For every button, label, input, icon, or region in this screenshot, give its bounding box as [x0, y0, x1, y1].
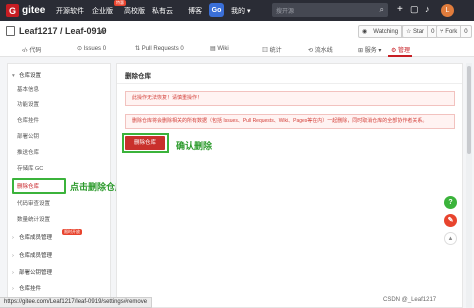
fork-label: ⑂ Fork [440, 28, 458, 35]
info-alert: 删除仓库将会删除相关的所有数据（包括 Issues、Pull Requests、… [125, 114, 455, 129]
repo-tabs: ‹/› 代码 ⊙ Issues 0 ⇅ Pull Requests 0 ▤ Wi… [0, 41, 474, 57]
search-icon: ⌕ [379, 5, 384, 14]
expand-icon: › [12, 270, 14, 276]
collapse-icon: ▾ [12, 73, 15, 79]
sidebar-group-members[interactable]: › 仓库成员管理 [12, 233, 52, 241]
chat-icon[interactable]: ▢ [410, 4, 419, 15]
watch-icon: ◉ [362, 29, 368, 35]
expand-icon: › [12, 286, 14, 292]
watermark: CSDN @_Leaf1217 [383, 297, 437, 303]
nav-blog[interactable]: 博客 [188, 6, 202, 16]
tab-manage[interactable]: ⚙ 管理 [391, 45, 410, 54]
tab-code[interactable]: ‹/› 代码 [22, 45, 41, 54]
tab-services[interactable]: ⊞ 服务 ▾ [358, 45, 381, 54]
sidebar-group-repo-settings[interactable]: ▾ 仓库设置 [12, 71, 41, 79]
sidebar-item-widget[interactable]: 仓库挂件 [17, 116, 39, 124]
nav-cloud[interactable]: 私有云 [152, 6, 173, 16]
search-input[interactable]: 搜开源 ⌕ [272, 3, 388, 17]
sidebar-item-code-review[interactable]: 代码审查设置 [17, 199, 50, 207]
expand-icon: › [12, 253, 14, 259]
tab-pipeline[interactable]: ⟲ 流水线 [308, 45, 333, 54]
fork-count: 0 [460, 26, 470, 37]
watch-label: Watching [373, 28, 399, 35]
sidebar-item-deploy-keys[interactable]: 部署公钥 [17, 132, 39, 140]
delete-repo-button[interactable]: 删除仓库 [125, 136, 165, 150]
help-icon[interactable]: ? [444, 196, 457, 209]
top-navbar: G gitee 开源软件 企业版 特惠 高校版 博客 私有云 Go 我的 ▾ 搜… [0, 0, 474, 21]
repo-header: Leaf1217 / Leaf-0919 🔒︎ ◉Watching 1 ☆ St… [0, 21, 474, 41]
nav-university[interactable]: 高校版 [124, 6, 145, 16]
sidebar-group-deploy[interactable]: › 部署公钥管理 [12, 268, 52, 276]
sidebar-item-features[interactable]: 功能设置 [17, 100, 39, 108]
avatar[interactable]: L [441, 4, 454, 17]
divider [117, 83, 462, 84]
repo-title[interactable]: Leaf1217 / Leaf-0919 [19, 26, 107, 36]
sidebar-item-basic-info[interactable]: 基本信息 [17, 85, 39, 93]
go-button[interactable]: Go [209, 3, 224, 17]
status-url: https://gitee.com/Leaf1217/leaf-0919/set… [0, 297, 153, 308]
bell-icon[interactable]: ♪ [425, 4, 430, 14]
star-button[interactable]: ☆ Star 0 [402, 25, 439, 38]
nav-mine[interactable]: 我的 ▾ [231, 6, 250, 16]
sidebar-item-push[interactable]: 推送仓库 [17, 148, 39, 156]
page-title: 删除仓库 [125, 73, 151, 80]
gitee-logo-text: gitee [22, 5, 46, 16]
tab-issues[interactable]: ⊙ Issues 0 [77, 45, 106, 52]
sidebar-badge: 限时开放 [62, 229, 82, 235]
warning-alert: 此操作无法恢复！请慎重操作！ [125, 91, 455, 106]
search-placeholder: 搜开源 [276, 9, 295, 15]
gitee-logo[interactable]: G gitee [6, 4, 45, 17]
annotation-confirm-delete: 确认删除 [176, 141, 213, 151]
expand-icon: › [12, 235, 14, 241]
fork-button[interactable]: ⑂ Fork 0 [436, 25, 472, 38]
tab-active-indicator [388, 55, 412, 57]
tab-pull-requests[interactable]: ⇅ Pull Requests 0 [135, 45, 184, 52]
highlight-delete-repo [12, 178, 66, 194]
star-label: ☆ Star [406, 29, 425, 35]
gitee-logo-icon: G [6, 4, 19, 17]
scrollbar-thumb[interactable] [467, 66, 471, 154]
sidebar-group-widget[interactable]: › 仓库挂件 [12, 284, 41, 292]
feedback-icon[interactable]: ✎ [444, 214, 457, 227]
tab-stats[interactable]: ▥ 统计 [262, 45, 282, 54]
sidebar-item-gc[interactable]: 存储库 GC [17, 164, 43, 172]
sidebar-item-stats[interactable]: 数量统计设置 [17, 215, 50, 223]
tab-wiki[interactable]: ▤ Wiki [210, 45, 229, 52]
sidebar-group-members-2[interactable]: › 仓库成员管理 [12, 251, 52, 259]
nav-open-source[interactable]: 开源软件 [56, 6, 84, 16]
plus-icon[interactable]: + [397, 4, 403, 15]
lock-icon: 🔒︎ [100, 26, 105, 35]
repo-icon [6, 26, 15, 36]
nav-enterprise[interactable]: 企业版 [92, 6, 113, 16]
main-panel: 删除仓库 此操作无法恢复！请慎重操作！ 删除仓库将会删除相关的所有数据（包括 I… [116, 63, 463, 308]
scroll-top-icon[interactable]: ▲ [444, 232, 457, 245]
